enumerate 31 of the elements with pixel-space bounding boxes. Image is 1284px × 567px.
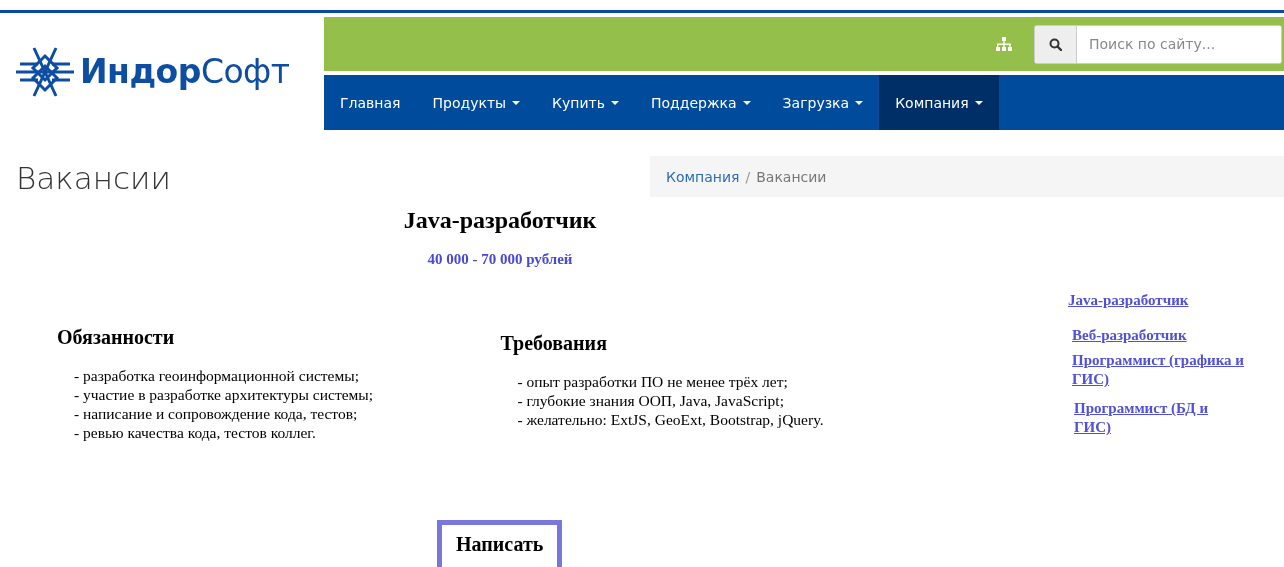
list-item: - участие в разработке архитектуры системы;	[74, 385, 375, 404]
list-item: - написание и сопровождение кода, тестов;	[74, 404, 359, 423]
breadcrumb-current: Вакансии	[756, 168, 827, 185]
vacancy-link[interactable]: Веб-разработчик	[1072, 326, 1272, 345]
vacancy-link[interactable]: Программист (БД и ГИС)	[1074, 399, 1234, 437]
page-title: Вакансии	[15, 160, 172, 196]
write-button[interactable]: Написать	[437, 520, 563, 567]
vacancy-title: Java-разработчик	[402, 207, 598, 234]
logo-icon	[14, 45, 76, 98]
list-item: - желательно: ExtJS, GeoExt, Bootstrap, jQuery.	[517, 410, 825, 429]
list-item: - разработка геоинформационной системы;	[74, 366, 361, 385]
list-item: - глубокие знания ООП, Java, JavaScript;	[517, 391, 785, 410]
logo-text[interactable]: ИндорСофт	[80, 52, 290, 91]
nav-item[interactable]: Главная	[324, 75, 417, 130]
nav-item[interactable]: Продукты	[416, 75, 537, 130]
nav-item[interactable]: Загрузка	[766, 75, 880, 130]
nav-item[interactable]: Компания	[879, 75, 999, 130]
search-icon	[1049, 37, 1062, 51]
section-heading: Обязанности	[57, 326, 176, 349]
list-item: - опыт разработки ПО не менее трёх лет;	[517, 372, 789, 391]
search-button[interactable]	[1035, 25, 1077, 63]
list-item: - ревью качества кода, тестов коллег.	[74, 423, 317, 442]
vacancy-link[interactable]: Java-разработчик	[1068, 291, 1268, 310]
salary-text: 40 000 - 70 000 рублей	[426, 251, 574, 268]
search-field[interactable]: Поиск по сайту...	[1034, 24, 1282, 64]
breadcrumb-link[interactable]: Компания	[666, 168, 740, 185]
nav-item[interactable]: Поддержка	[635, 75, 767, 130]
breadcrumb-separator: /	[745, 168, 751, 185]
section-heading: Требования	[500, 332, 608, 355]
vacancy-link[interactable]: Программист (графика и ГИС)	[1072, 351, 1272, 389]
nav-item[interactable]: Купить	[536, 75, 635, 130]
